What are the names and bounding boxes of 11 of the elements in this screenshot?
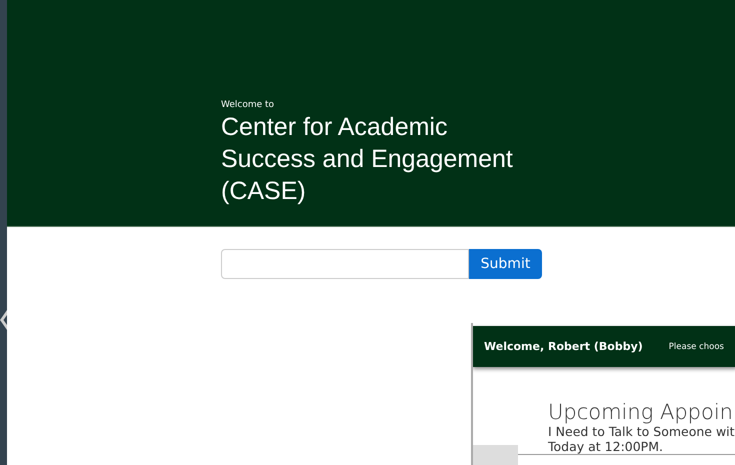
welcome-label: Welcome to — [221, 100, 276, 111]
appointment-text: Today at 12:00PM. — [548, 439, 664, 454]
appointment-text: I Need to Talk to Someone wit — [548, 424, 735, 439]
chevron-icon[interactable] — [0, 310, 7, 330]
greeting: Welcome, Robert (Bobby) — [484, 340, 643, 353]
section-heading: Upcoming Appoin — [548, 400, 734, 424]
page-title: Center for Academic Success and Engagement (CASE) — [221, 112, 514, 207]
prompt-text: Please choos — [668, 342, 724, 352]
side-block — [473, 445, 518, 465]
submit-button[interactable]: Submit — [469, 249, 542, 279]
input-field[interactable] — [221, 249, 469, 279]
